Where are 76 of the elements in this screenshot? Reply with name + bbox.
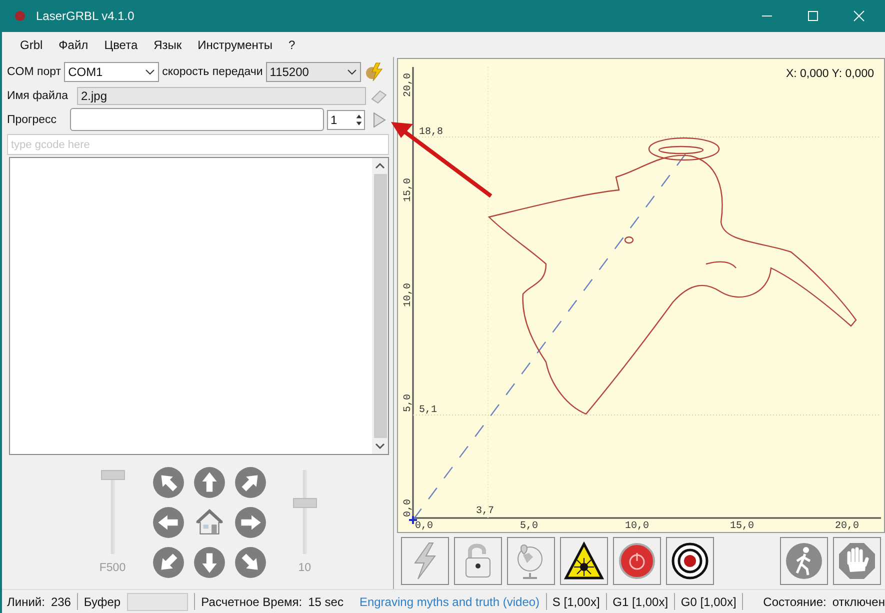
baud-rate-select[interactable]: 115200 [266,62,361,82]
y-axis-tick-label: 5,0 [403,394,414,412]
scroll-down-icon[interactable] [375,443,385,449]
jog-arrow-button[interactable] [152,466,185,498]
file-name-label: Имя файла [7,90,68,102]
cursor-coordinates: X: 0,000 Y: 0,000 [786,68,874,80]
laser-button[interactable] [560,537,608,585]
jog-arrow-button[interactable] [234,506,267,538]
slider-thumb[interactable] [100,470,124,480]
state-label: Состояние: [763,594,826,608]
menu-item[interactable]: Язык [146,38,190,52]
jog-arrow-button[interactable] [192,546,226,578]
x-axis-tick-label: 20,0 [835,521,860,532]
stop-hand-icon [837,541,877,581]
x-bound-label: 3,7 [476,506,494,517]
estimated-time-label: Расчетное Время: [201,594,302,608]
unlock-button[interactable] [454,537,502,585]
y-bound-label: 5,1 [419,405,438,416]
menu-item[interactable]: ? [280,38,304,52]
y-bound-label: 18,8 [419,127,444,138]
x-axis-tick-label: 0,0 [415,521,434,532]
copies-spinner[interactable]: 1 [326,110,365,130]
scroll-up-icon[interactable] [375,163,385,169]
progress-label: Прогресс [7,114,57,126]
x-axis-tick-label: 5,0 [520,521,538,532]
target-button[interactable] [666,537,714,585]
chevron-icon [346,68,357,74]
buffer-label: Буфер [84,594,121,608]
stop-button[interactable] [833,537,881,585]
y-axis-tick-label: 10,0 [403,282,414,307]
state-value: отключен [832,594,885,608]
jog-arrow-button[interactable] [192,466,226,498]
power-button[interactable] [613,537,661,585]
lines-label: Линий: [7,594,45,608]
x-axis-tick-label: 10,0 [625,521,650,532]
x-axis-tick-label: 15,0 [730,521,754,532]
slider-thumb[interactable] [292,498,317,508]
feed-rate-label: F500 [99,562,126,574]
menu-item[interactable]: Grbl [12,38,51,52]
y-axis-tick-label: 20,0 [403,72,414,97]
video-link[interactable]: Engraving myths and truth (video) [359,594,540,608]
com-port-select[interactable]: COM1 [64,62,160,82]
chevron-icon [145,68,156,74]
step-size-label: 10 [298,562,311,574]
lines-count: 236 [50,594,71,608]
close-icon[interactable] [853,10,865,22]
override-value: G1 [1,00x] [612,594,668,608]
walking-person-icon [784,541,824,581]
override-value: S [1,00x] [552,594,600,608]
jog-arrow-button[interactable] [234,466,267,498]
homing-button[interactable] [507,537,555,585]
target-icon [670,541,710,581]
y-axis-tick-label: 0,0 [403,498,414,517]
file-name-field[interactable]: 2.jpg [76,86,366,104]
jog-arrow-button[interactable] [152,506,185,538]
connect-plug-icon[interactable] [364,62,384,82]
app-icon [14,10,26,22]
maximize-icon[interactable] [807,10,819,22]
y-axis-tick-label: 15,0 [403,178,414,202]
jog-arrow-button[interactable] [152,546,185,578]
play-icon[interactable] [372,112,386,128]
power-icon [617,541,657,581]
menu-item[interactable]: Файл [50,38,96,52]
window-title: LaserGRBL v4.1.0 [36,9,134,23]
menu-item[interactable]: Инструменты [190,38,280,52]
jog-arrow-button[interactable] [234,546,267,578]
laser-warning-icon [564,541,604,581]
jog-walk-button[interactable] [780,537,828,585]
menu-item[interactable]: Цвета [96,38,146,52]
reset-button[interactable] [401,537,449,585]
estimated-time-value: 15 sec [308,594,344,608]
vertical-scrollbar[interactable] [372,158,388,454]
com-port-label: COM порт [7,66,62,78]
override-value: G0 [1,00x] [680,594,736,608]
baud-rate-label: скорость передачи [162,66,263,78]
gcode-input[interactable]: type gcode here [7,134,389,155]
